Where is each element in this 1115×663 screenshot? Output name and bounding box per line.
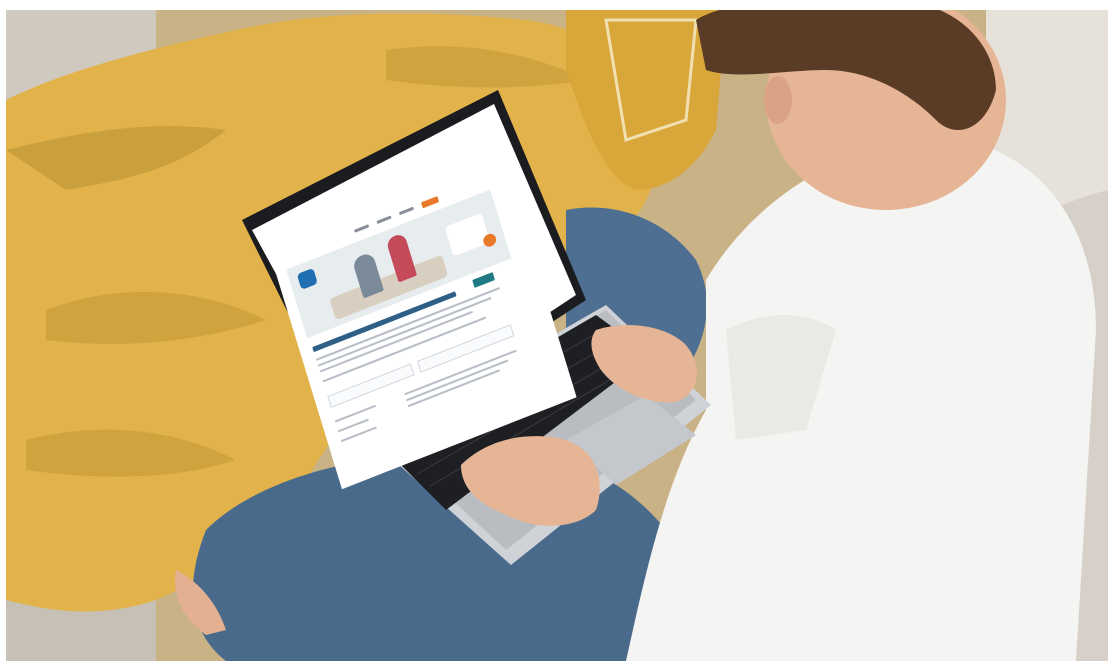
website-search-box <box>327 363 415 408</box>
website-logo <box>296 267 318 290</box>
website-button <box>472 272 495 288</box>
photo-scene <box>6 10 1108 661</box>
